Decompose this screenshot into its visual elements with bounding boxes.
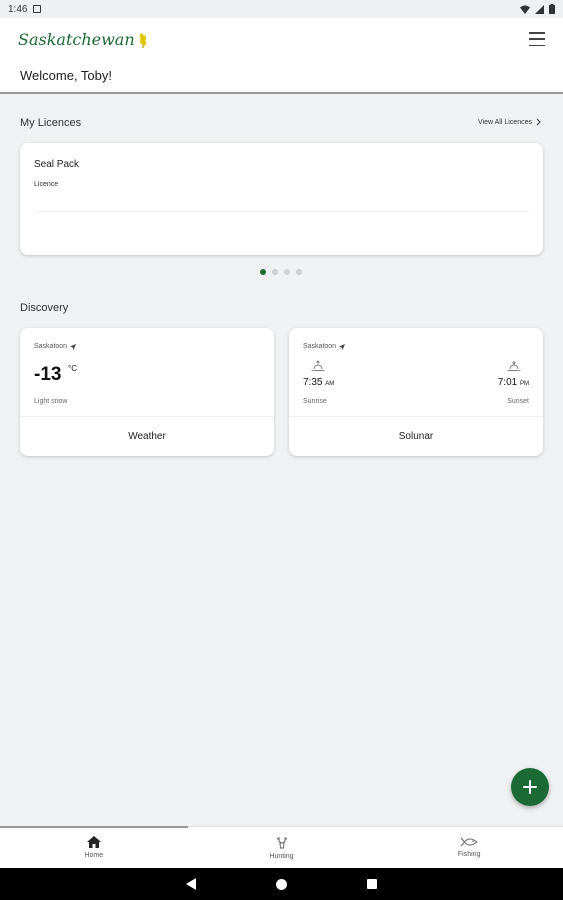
deer-antlers-icon — [276, 836, 287, 848]
divider — [289, 416, 543, 417]
view-all-label: View All Licences — [478, 118, 532, 126]
discovery-section-title: Discovery — [20, 302, 69, 314]
active-tab-indicator — [0, 826, 188, 828]
nav-home[interactable]: Home — [0, 827, 188, 868]
sunrise-time-value: 7:35 — [303, 377, 323, 388]
notification-icon — [33, 5, 42, 13]
solunar-location: Saskatoon — [303, 343, 346, 350]
divider — [34, 211, 529, 212]
welcome-message: Welcome, Toby! — [20, 68, 113, 83]
back-icon[interactable] — [186, 878, 196, 890]
home-circle-icon[interactable] — [276, 878, 287, 890]
temperature-value: -13 — [34, 364, 62, 385]
sunset-label: Sunset — [507, 398, 529, 405]
weather-location-label: Saskatoon — [34, 343, 68, 350]
saskatchewan-logo[interactable]: Saskatchewan — [18, 30, 149, 49]
system-navigation-bar — [0, 868, 563, 900]
weather-condition: Light snow — [34, 398, 68, 405]
divider — [20, 416, 274, 417]
licence-type: Licence — [34, 181, 59, 188]
hamburger-menu-icon[interactable] — [529, 32, 545, 46]
fish-icon — [460, 837, 479, 847]
view-all-licences-link[interactable]: View All Licences — [478, 118, 541, 126]
status-bar: 1:46 — [0, 0, 563, 18]
sunset-icon — [507, 361, 521, 371]
weather-card-label: Weather — [128, 431, 166, 442]
menu-line — [529, 44, 545, 46]
sunset-ampm: PM — [520, 381, 529, 387]
solunar-location-label: Saskatoon — [303, 343, 337, 350]
licences-section-title: My Licences — [20, 117, 82, 129]
licence-card[interactable]: Seal Pack Licence — [20, 143, 543, 255]
home-icon — [86, 836, 101, 848]
status-time: 1:46 — [8, 3, 28, 15]
solunar-card[interactable]: Saskatoon 7:35 AM Sunrise 7:01 PM Sunset… — [289, 328, 543, 456]
nav-home-label: Home — [84, 852, 104, 859]
weather-card[interactable]: Saskatoon -13 °C Light snow Weather — [20, 328, 274, 456]
chevron-right-icon — [536, 118, 541, 126]
solunar-card-label: Solunar — [398, 431, 434, 442]
nav-hunting[interactable]: Hunting — [188, 827, 376, 868]
logo-text: Saskatchewan — [18, 30, 135, 49]
menu-line — [529, 32, 545, 34]
pager-dot[interactable] — [272, 269, 278, 275]
menu-line — [529, 38, 545, 40]
battery-icon — [549, 4, 555, 14]
status-icons — [520, 4, 555, 14]
sunrise-time: 7:35 AM — [303, 377, 334, 388]
licence-title: Seal Pack — [34, 159, 80, 170]
nav-fishing-label: Fishing — [457, 851, 481, 858]
app-header: Saskatchewan Welcome, Toby! — [0, 18, 563, 94]
wheat-icon — [139, 32, 146, 48]
pager-dot-active[interactable] — [260, 269, 266, 275]
location-arrow-icon — [70, 343, 77, 350]
nav-hunting-label: Hunting — [269, 852, 294, 860]
nav-fishing[interactable]: Fishing — [375, 827, 563, 868]
sunset-time-value: 7:01 — [497, 377, 518, 388]
sunrise-label: Sunrise — [303, 398, 327, 405]
sunrise-ampm: AM — [325, 381, 335, 387]
pager-dot[interactable] — [284, 269, 290, 275]
wifi-icon — [520, 5, 530, 14]
weather-location: Saskatoon — [34, 343, 77, 350]
bottom-navigation: Home Hunting Fishing — [0, 826, 563, 868]
recents-icon[interactable] — [367, 879, 377, 889]
temperature-unit: °C — [68, 364, 77, 373]
sunrise-icon — [311, 360, 325, 371]
pager-dot[interactable] — [296, 269, 302, 275]
plus-icon — [523, 780, 537, 794]
signal-icon — [535, 4, 544, 14]
sunset-time: 7:01 PM — [498, 377, 529, 388]
carousel-pager — [260, 269, 302, 275]
add-button[interactable] — [511, 768, 549, 806]
location-arrow-icon — [339, 343, 346, 350]
